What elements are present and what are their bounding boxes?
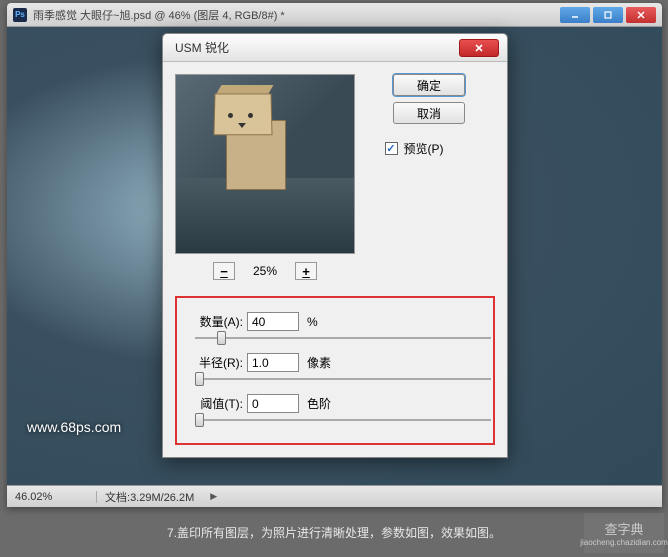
radius-label: 半径(R): (187, 354, 243, 371)
ps-window-buttons (560, 7, 656, 23)
doc-size: 文档:3.29M/26.2M (97, 489, 202, 505)
minimize-button[interactable] (560, 7, 590, 23)
amount-slider[interactable] (195, 337, 491, 339)
dialog-title: USM 锐化 (171, 39, 459, 56)
radius-slider[interactable] (195, 378, 491, 380)
threshold-slider[interactable] (195, 419, 491, 421)
preview-checkbox-label: 预览(P) (404, 140, 444, 157)
radius-row: 半径(R): 像素 (187, 353, 483, 372)
ok-button[interactable]: 确定 (393, 74, 465, 96)
ps-titlebar[interactable]: Ps 雨季感觉 大眼仔~旭.psd @ 46% (图层 4, RGB/8#) * (7, 3, 662, 27)
radius-input[interactable] (247, 353, 299, 372)
preview-zoom-percent: 25% (253, 264, 277, 278)
docsize-value: 3.29M/26.2M (130, 492, 194, 504)
amount-slider-thumb[interactable] (217, 331, 226, 345)
dialog-close-button[interactable] (459, 39, 499, 57)
amount-input[interactable] (247, 312, 299, 331)
close-icon (636, 10, 646, 20)
close-icon (474, 43, 484, 53)
tutorial-caption: 7.盖印所有图层，为照片进行清晰处理，参数如图，效果如图。 (0, 524, 668, 541)
parameters-group: 数量(A): % 半径(R): 像素 阈值(T): 色阶 (175, 296, 495, 445)
ps-close-button[interactable] (626, 7, 656, 23)
site-watermark-bottom: jiaocheng.chazidian.com (580, 538, 668, 547)
threshold-input[interactable] (247, 394, 299, 413)
ps-document-title: 雨季感觉 大眼仔~旭.psd @ 46% (图层 4, RGB/8#) * (33, 7, 560, 23)
preview-zoom-controls: − 25% + (175, 262, 355, 280)
zoom-out-button[interactable]: − (213, 262, 235, 280)
cancel-button[interactable]: 取消 (393, 102, 465, 124)
ps-app-icon: Ps (13, 8, 27, 22)
usm-sharpen-dialog: USM 锐化 − 25% + (162, 33, 508, 458)
dialog-titlebar[interactable]: USM 锐化 (163, 34, 507, 62)
threshold-row: 阈值(T): 色阶 (187, 394, 483, 413)
minimize-icon (570, 10, 580, 20)
amount-unit: % (307, 315, 318, 329)
threshold-slider-thumb[interactable] (195, 413, 204, 427)
preview-checkbox-row[interactable]: ✓ 预览(P) (385, 140, 444, 157)
site-watermark: 查字典 jiaocheng.chazidian.com (584, 513, 664, 553)
radius-slider-thumb[interactable] (195, 372, 204, 386)
watermark-url: www.68ps.com (27, 419, 121, 435)
preview-checkbox[interactable]: ✓ (385, 142, 398, 155)
radius-unit: 像素 (307, 354, 331, 371)
maximize-icon (603, 10, 613, 20)
ps-statusbar: 46.02% 文档:3.29M/26.2M ▶ (7, 485, 662, 507)
dialog-body: − 25% + 确定 取消 ✓ 预览(P) 数量(A): % (163, 62, 507, 457)
statusbar-menu-arrow-icon[interactable]: ▶ (210, 491, 217, 502)
maximize-button[interactable] (593, 7, 623, 23)
threshold-label: 阈值(T): (187, 395, 243, 412)
preview-image[interactable] (175, 74, 355, 254)
docsize-label: 文档: (105, 492, 130, 504)
site-watermark-top: 查字典 (604, 519, 643, 538)
threshold-unit: 色阶 (307, 395, 331, 412)
amount-row: 数量(A): % (187, 312, 483, 331)
amount-label: 数量(A): (187, 313, 243, 330)
zoom-level[interactable]: 46.02% (7, 491, 97, 503)
zoom-in-button[interactable]: + (295, 262, 317, 280)
